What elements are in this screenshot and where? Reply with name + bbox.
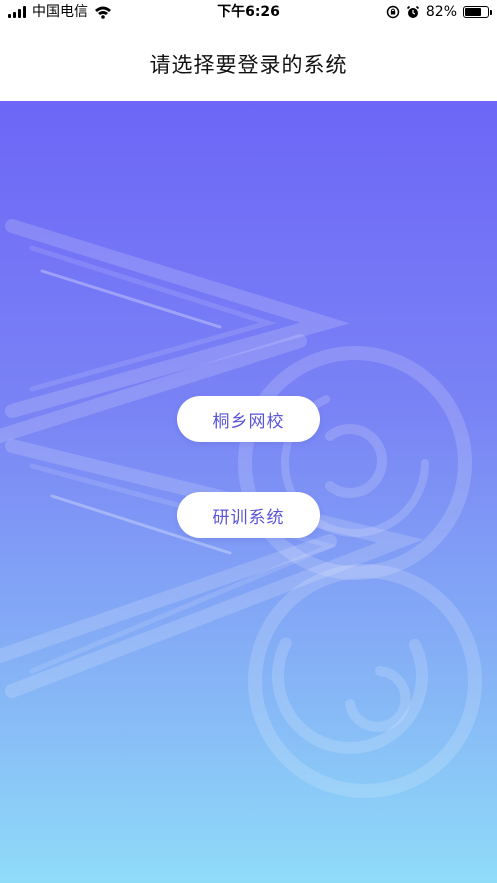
battery-percent: 82% <box>425 4 457 20</box>
nav-bar: 请选择要登录的系统 <box>0 26 497 101</box>
system-button-tongxiang-school[interactable]: 桐乡网校 <box>177 396 320 442</box>
battery-cap <box>490 10 492 15</box>
alarm-icon <box>406 5 419 18</box>
status-right: 82% <box>386 4 492 20</box>
screen: 中国电信 下午6:26 82% 请选择要登录的系统 桐乡网校 研训系统 <box>0 0 497 883</box>
system-button-research-training[interactable]: 研训系统 <box>177 492 320 538</box>
battery-fill <box>465 8 481 16</box>
status-bar: 中国电信 下午6:26 82% <box>0 0 497 26</box>
page-title: 请选择要登录的系统 <box>149 52 348 77</box>
battery-icon <box>463 6 492 18</box>
content-area: 桐乡网校 研训系统 <box>0 101 497 883</box>
orientation-lock-icon <box>386 5 400 19</box>
